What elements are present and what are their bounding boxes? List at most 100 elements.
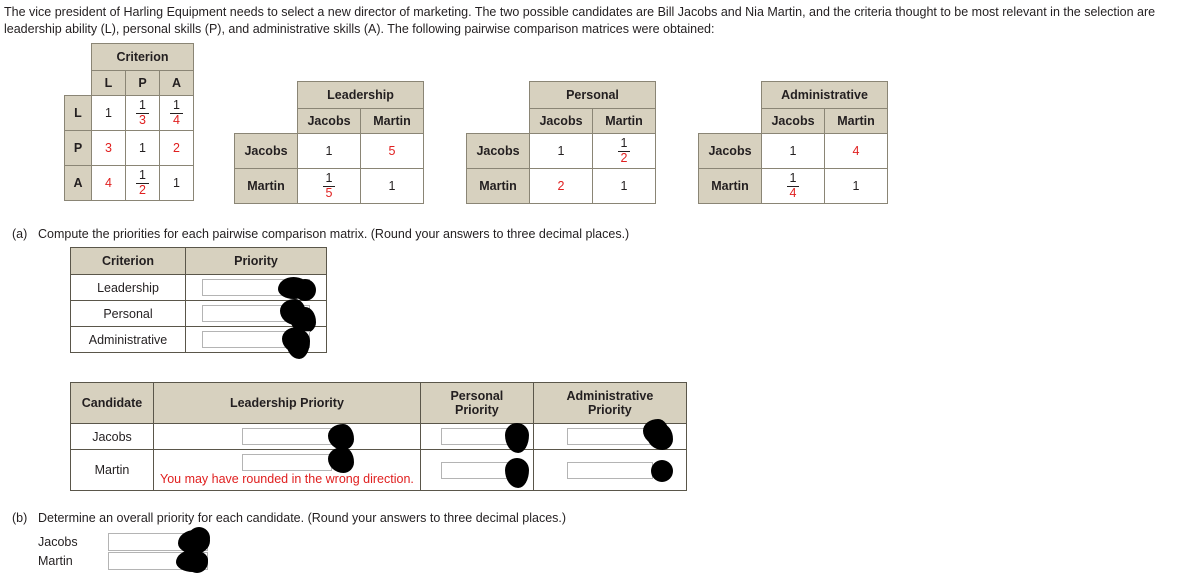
criterion-row-header-l: L <box>64 95 92 131</box>
jacobs-administrative-priority-input[interactable] <box>566 428 653 445</box>
criterion-col-header-p: P <box>125 70 160 96</box>
candidate-cell-jacobs-personal <box>419 423 534 453</box>
martin-leadership-priority-input[interactable] <box>241 454 332 471</box>
administrative-matrix-title: Administrative <box>761 81 888 109</box>
leadership-col-header-martin: Martin <box>360 108 424 134</box>
martin-leadership-error-message: You may have rounded in the wrong direct… <box>160 472 414 486</box>
fraction-numerator: 1 <box>136 169 149 184</box>
criterion-col-header-a: A <box>159 70 194 96</box>
overall-priority-label-jacobs: Jacobs <box>38 535 78 549</box>
administrative-cell-jacobs-martin: 4 <box>824 133 888 169</box>
personal-col-header-jacobs: Jacobs <box>529 108 593 134</box>
leadership-row-header-jacobs: Jacobs <box>234 133 298 169</box>
administrative-col-header-martin: Martin <box>824 108 888 134</box>
part-a-text: Compute the priorities for each pairwise… <box>38 227 630 241</box>
table-row: Jacobs 1 5 <box>234 133 424 169</box>
part-b-question: (b) Determine an overall priority for eac… <box>12 511 566 525</box>
table-row: A 4 1 2 1 <box>64 165 194 201</box>
criterion-cell-p-l: 3 <box>91 130 126 166</box>
martin-administrative-priority-input[interactable] <box>566 461 653 479</box>
fraction: 1 2 <box>136 169 149 196</box>
field-wrapper <box>202 277 316 301</box>
criterion-row-header-p: P <box>64 130 92 166</box>
personal-priority-input[interactable] <box>202 305 310 322</box>
criterion-cell-l-a: 1 4 <box>159 95 194 131</box>
criterion-priority-table: Criterion Priority Leadership Personal A… <box>70 247 327 359</box>
fraction: 1 4 <box>786 172 800 200</box>
fraction-denominator: 2 <box>620 150 628 165</box>
fraction-denominator: 4 <box>173 112 180 127</box>
matrix-corner-spacer <box>235 109 298 134</box>
personal-cell-martin-jacobs: 2 <box>529 168 593 204</box>
priority-cell-administrative <box>185 326 327 359</box>
candidate-table-header-administrative: Administrative Priority <box>532 382 687 424</box>
candidate-priority-table: Candidate Leadership Priority Personal P… <box>70 382 687 491</box>
field-wrapper <box>440 457 529 488</box>
criterion-col-header-l: L <box>91 70 126 96</box>
personal-row-header-jacobs: Jacobs <box>466 133 530 169</box>
part-a-question: (a) Compute the priorities for each pairw… <box>12 227 629 241</box>
jacobs-overall-priority-input[interactable] <box>108 533 208 551</box>
administrative-row-header-jacobs: Jacobs <box>698 133 762 169</box>
problem-statement: The vice president of Harling Equipment … <box>4 5 1156 36</box>
priority-row-label-administrative: Administrative <box>70 326 186 353</box>
table-header-row: Candidate Leadership Priority Personal P… <box>70 382 687 424</box>
administrative-row-header-martin: Martin <box>698 168 762 204</box>
personal-col-header-martin: Martin <box>592 108 656 134</box>
martin-overall-priority-input[interactable] <box>108 552 208 570</box>
fraction: 1 5 <box>322 172 336 199</box>
matrix-corner-spacer <box>467 109 530 134</box>
table-row: L 1 1 3 1 4 <box>64 95 194 131</box>
candidate-table-header-candidate: Candidate <box>70 382 154 424</box>
administrative-cell-jacobs-jacobs: 1 <box>761 133 825 169</box>
administrative-comparison-matrix: Administrative Jacobs Martin Jacobs 1 4 … <box>698 81 888 204</box>
criterion-comparison-matrix: Criterion L P A L 1 1 3 1 4 P 3 1 2 A 4 <box>64 43 194 201</box>
field-wrapper <box>566 459 673 482</box>
matrix-corner-spacer <box>699 82 762 109</box>
part-b-label: (b) <box>12 511 28 525</box>
administrative-cell-martin-martin: 1 <box>824 168 888 204</box>
table-row: Martin 1 5 1 <box>234 168 424 204</box>
matrix-corner-spacer <box>699 109 762 134</box>
martin-personal-priority-input[interactable] <box>440 461 513 479</box>
fraction-numerator: 1 <box>617 137 631 152</box>
candidate-row-label-martin: Martin <box>70 449 154 491</box>
administrative-priority-input[interactable] <box>202 331 310 348</box>
table-row: Administrative <box>70 326 327 359</box>
leadership-cell-jacobs-jacobs: 1 <box>297 133 361 169</box>
fraction-denominator: 4 <box>789 185 797 200</box>
priority-table-header-criterion: Criterion <box>70 247 186 275</box>
administrative-cell-martin-jacobs: 1 4 <box>761 168 825 204</box>
field-wrapper <box>202 299 316 333</box>
leadership-priority-input[interactable] <box>202 279 310 296</box>
jacobs-leadership-priority-input[interactable] <box>241 428 332 445</box>
overall-priority-label-martin: Martin <box>38 554 73 568</box>
table-row: P 3 1 2 <box>64 130 194 166</box>
field-wrapper <box>202 327 310 359</box>
fraction-numerator: 1 <box>136 99 149 114</box>
criterion-cell-a-a: 1 <box>159 165 194 201</box>
table-row: Martin You may have rounded in the wrong… <box>70 447 687 491</box>
personal-cell-jacobs-jacobs: 1 <box>529 133 593 169</box>
candidate-cell-martin-administrative <box>532 449 687 491</box>
priority-cell-personal <box>185 299 327 333</box>
candidate-table-header-leadership: Leadership Priority <box>153 382 421 424</box>
priority-cell-leadership <box>185 274 327 301</box>
priority-row-label-personal: Personal <box>70 300 186 327</box>
leadership-matrix-title: Leadership <box>297 81 424 109</box>
jacobs-personal-priority-input[interactable] <box>440 428 513 445</box>
table-row: Martin 2 1 <box>466 168 656 204</box>
field-wrapper <box>241 447 354 473</box>
fraction-numerator: 1 <box>170 99 183 114</box>
matrix-corner-spacer <box>467 82 530 109</box>
criterion-cell-p-p: 1 <box>125 130 160 166</box>
leadership-cell-martin-martin: 1 <box>360 168 424 204</box>
candidate-row-label-jacobs: Jacobs <box>70 423 154 450</box>
criterion-cell-l-p: 1 3 <box>125 95 160 131</box>
criterion-cell-a-l: 4 <box>91 165 126 201</box>
table-header-row: Criterion Priority <box>70 247 327 275</box>
personal-comparison-matrix: Personal Jacobs Martin Jacobs 1 1 2 Mart… <box>466 81 656 204</box>
field-wrapper <box>108 550 208 573</box>
personal-cell-martin-martin: 1 <box>592 168 656 204</box>
table-row: Jacobs <box>70 419 687 453</box>
